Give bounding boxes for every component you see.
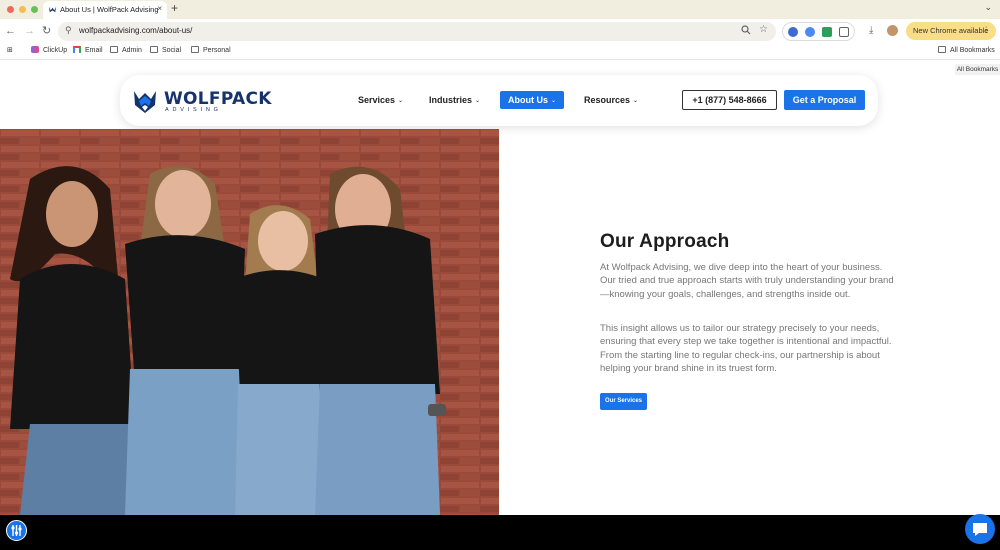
all-bookmarks-tooltip: All Bookmarks <box>955 64 1000 75</box>
wolfpack-logo[interactable]: WOLFPACK ADVISING <box>132 87 271 115</box>
site-header: WOLFPACK ADVISING Services ⌄ Industries ⌄ … <box>120 75 878 126</box>
accessibility-sliders-icon <box>11 525 22 536</box>
accessibility-button[interactable] <box>6 520 27 541</box>
phone-button[interactable]: +1 (877) 548-8666 <box>682 90 777 110</box>
approach-paragraph-1: At Wolfpack Advising, we dive deep into … <box>600 262 894 300</box>
zoom-icon[interactable] <box>741 25 751 35</box>
bookmark-label: ClickUp <box>43 47 68 54</box>
url-text[interactable]: wolfpackadvising.com/about-us/ <box>79 26 192 35</box>
back-button[interactable]: ← <box>5 24 16 38</box>
minimize-window-button[interactable] <box>19 6 26 13</box>
tab-close-icon[interactable]: × <box>157 4 162 13</box>
chevron-down-icon: ⌄ <box>475 98 481 104</box>
bookmarks-bar: ⊞ ClickUp Email Admin Social Personal Al… <box>0 43 1000 60</box>
nav-resources[interactable]: Resources ⌄ <box>584 95 638 105</box>
folder-icon <box>110 46 118 53</box>
nav-industries[interactable]: Industries ⌄ <box>429 95 480 105</box>
nav-label: Resources <box>584 95 631 105</box>
extensions-group <box>782 22 855 41</box>
tab-title: About Us | WolfPack Advising <box>60 5 159 14</box>
chat-bubble-icon <box>973 523 987 536</box>
extension-3-icon[interactable] <box>822 27 832 37</box>
browser-tab-strip: About Us | WolfPack Advising × + ⌄ <box>0 0 1000 19</box>
nav-about-us[interactable]: About Us ⌄ <box>500 91 565 109</box>
folder-icon <box>938 46 946 53</box>
approach-paragraph-2: This insight allows us to tailor our str… <box>600 323 892 374</box>
browser-tab-active[interactable]: About Us | WolfPack Advising × <box>43 1 167 19</box>
bookmark-label: Social <box>162 47 182 54</box>
forward-button[interactable]: → <box>24 24 35 38</box>
bookmark-star-icon[interactable]: ☆ <box>759 24 768 35</box>
more-menu-icon[interactable]: ⋮ <box>983 25 991 34</box>
all-bookmarks-button[interactable]: All Bookmarks <box>938 46 995 54</box>
reload-button[interactable]: ↻ <box>42 24 51 38</box>
logo-wordmark: WOLFPACK <box>164 89 272 109</box>
extensions-puzzle-icon[interactable] <box>839 27 849 37</box>
bookmark-label: Personal <box>203 47 231 54</box>
nav-label: Industries <box>429 95 473 105</box>
bookmark-admin[interactable]: Admin <box>110 46 142 54</box>
webpage: WOLFPACK ADVISING Services ⌄ Industries ⌄ … <box>0 61 1000 550</box>
team-photo <box>0 129 499 515</box>
folder-icon <box>191 46 199 53</box>
chevron-down-icon: ⌄ <box>633 98 639 104</box>
bookmark-social[interactable]: Social <box>150 46 181 54</box>
zoom-window-button[interactable] <box>31 6 38 13</box>
update-chrome-button[interactable]: New Chrome available ⋮ <box>906 22 996 40</box>
extension-2-icon[interactable] <box>805 27 815 37</box>
download-icon[interactable]: ⤓ <box>869 25 873 36</box>
browser-toolbar: ← → ↻ ⚲ wolfpackadvising.com/about-us/ ☆… <box>0 19 1000 43</box>
new-tab-button[interactable]: + <box>171 1 178 15</box>
get-proposal-button[interactable]: Get a Proposal <box>784 90 865 110</box>
chevron-down-icon: ⌄ <box>551 98 557 104</box>
all-bookmarks-label: All Bookmarks <box>950 47 995 54</box>
logo-subtitle: ADVISING <box>165 107 222 113</box>
apps-grid-icon[interactable]: ⊞ <box>7 46 13 54</box>
nav-services[interactable]: Services ⌄ <box>358 95 403 105</box>
clickup-icon <box>31 46 39 53</box>
gmail-icon <box>73 46 81 53</box>
bookmark-label: Email <box>85 47 103 54</box>
bookmark-clickup[interactable]: ClickUp <box>31 46 67 54</box>
profile-avatar[interactable] <box>887 25 898 36</box>
nav-label: About Us <box>508 95 548 105</box>
site-info-icon[interactable]: ⚲ <box>65 25 72 36</box>
tab-search-chevron-icon[interactable]: ⌄ <box>984 2 992 13</box>
chat-widget-button[interactable] <box>965 514 995 544</box>
close-window-button[interactable] <box>7 6 14 13</box>
team-photo-image <box>0 129 499 515</box>
folder-icon <box>150 46 158 53</box>
bookmark-personal[interactable]: Personal <box>191 46 231 54</box>
address-bar[interactable]: ⚲ wolfpackadvising.com/about-us/ ☆ <box>58 22 776 41</box>
our-services-button[interactable]: Our Services <box>600 393 647 410</box>
section-title: Our Approach <box>600 231 730 252</box>
wolfpack-favicon-icon <box>48 6 57 13</box>
bookmark-label: Admin <box>122 47 142 54</box>
wolf-logo-icon <box>134 91 156 113</box>
footer-band <box>0 515 1000 550</box>
chevron-down-icon: ⌄ <box>398 98 404 104</box>
extension-1-icon[interactable] <box>788 27 798 37</box>
nav-label: Services <box>358 95 396 105</box>
bookmark-email[interactable]: Email <box>73 46 103 54</box>
update-label: New Chrome available <box>913 26 989 35</box>
